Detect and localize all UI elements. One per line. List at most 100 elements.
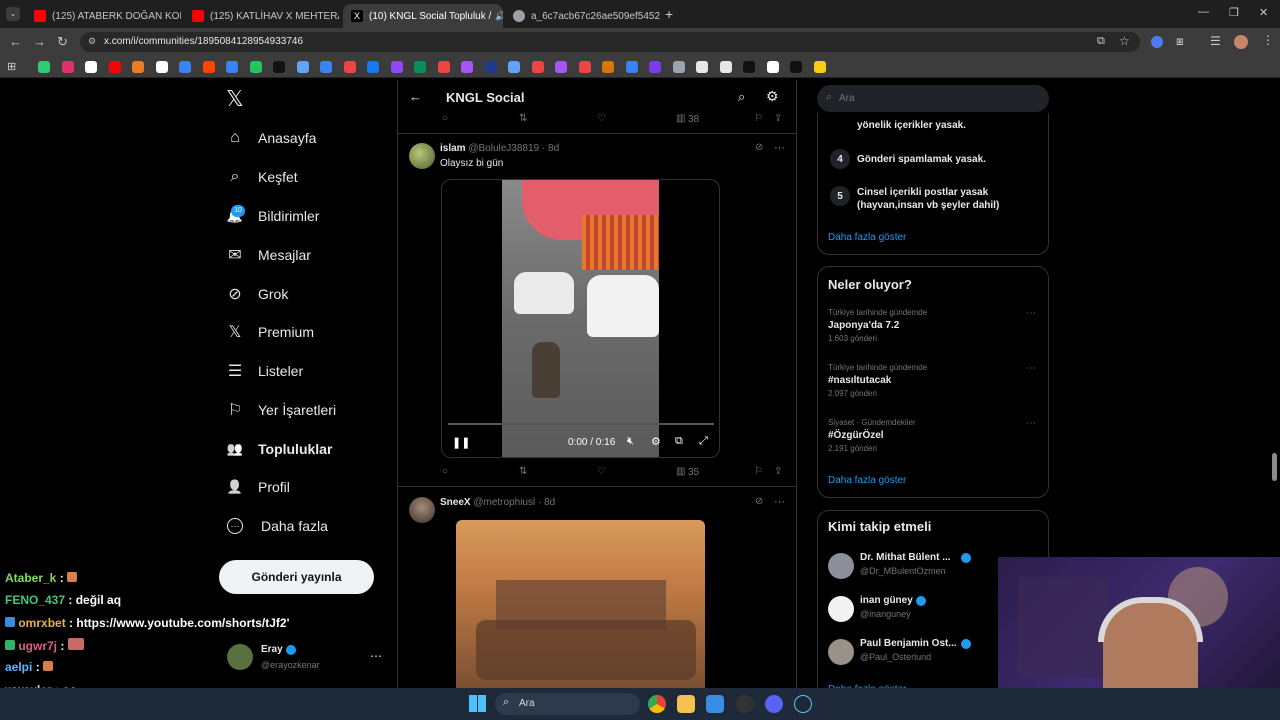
url-bar[interactable]: x.com/i/communities/1895084128954933746 xyxy=(80,32,1140,52)
bookmark-icon[interactable] xyxy=(132,61,144,73)
picture-in-picture-icon[interactable]: ⧉ xyxy=(675,435,683,448)
tab-1[interactable]: (125) KATLİHAV X MEHTERAN N ✕ xyxy=(184,4,339,28)
restore-icon[interactable]: ❐ xyxy=(1229,6,1239,19)
video-thumbnail[interactable] xyxy=(456,520,705,688)
reload-icon[interactable]: ↻ xyxy=(57,34,68,50)
bookmark-icon[interactable] xyxy=(649,61,661,73)
sidebar-icon[interactable]: ☰ xyxy=(1210,34,1221,48)
minimize-icon[interactable]: — xyxy=(1198,6,1209,18)
tab-3[interactable]: a_6c7acb67c26ae509ef54521d ✕ xyxy=(505,4,660,28)
nav-messages[interactable]: ✉ Mesajlar xyxy=(224,236,311,274)
bookmark-icon[interactable] xyxy=(367,61,379,73)
gear-icon[interactable]: ⚙ xyxy=(651,435,661,448)
post[interactable]: SneeX @metrophiusl · 8d ⊘ ⋯ xyxy=(398,489,796,688)
bookmark-icon[interactable] xyxy=(743,61,755,73)
close-window-icon[interactable]: ✕ xyxy=(1259,6,1268,19)
avatar[interactable] xyxy=(409,143,435,169)
bookmark-icon[interactable] xyxy=(226,61,238,73)
share-icon[interactable]: ⇪ xyxy=(774,113,782,124)
trend-item[interactable]: Türkiye tarihinde gündemde #nasıltutacak… xyxy=(828,363,1040,405)
bookmark-icon[interactable] xyxy=(719,61,732,73)
bookmark-icon[interactable] xyxy=(296,61,309,73)
search-box[interactable]: ⌕ Ara xyxy=(817,85,1049,112)
menu-icon[interactable]: ⋮ xyxy=(1262,33,1274,47)
show-more-link[interactable]: Daha fazla göster xyxy=(828,232,906,243)
more-icon[interactable]: ⋯ xyxy=(774,495,785,508)
bookmark-icon[interactable] xyxy=(155,61,168,73)
trend-item[interactable]: Siyaset · Gündemdekiler #ÖzgürÖzel 2.191… xyxy=(828,418,1040,460)
more-icon[interactable]: ⋯ xyxy=(1026,363,1036,374)
like-icon[interactable]: ♡ xyxy=(597,466,606,477)
chrome-icon[interactable] xyxy=(648,695,666,713)
bookmark-icon[interactable] xyxy=(414,61,426,73)
bookmark-icon[interactable] xyxy=(508,61,520,73)
grok-icon[interactable]: ⊘ xyxy=(755,142,763,153)
back-arrow-icon[interactable]: ← xyxy=(409,89,422,104)
tab-2[interactable]: X (10) KNGL Social Topluluk / 🔊 ✕ xyxy=(343,4,503,28)
pause-icon[interactable]: ❚❚ xyxy=(452,436,470,449)
bookmark-icon[interactable] xyxy=(273,61,285,73)
bookmark-icon[interactable] xyxy=(202,61,215,73)
trend-item[interactable]: Türkiye tarihinde gündemde Japonya'da 7.… xyxy=(828,308,1040,350)
folder-icon[interactable] xyxy=(677,695,695,713)
apps-icon[interactable]: ⊞ xyxy=(7,60,16,73)
bookmark-icon[interactable] xyxy=(813,61,826,73)
show-more-link[interactable]: Daha fazla göster xyxy=(828,475,906,486)
extension-icon[interactable] xyxy=(1151,36,1163,48)
nav-more[interactable]: ⋯ Daha fazla xyxy=(224,507,328,545)
bookmark-icon[interactable] xyxy=(343,61,356,73)
nav-premium[interactable]: 𝕏 Premium xyxy=(224,313,314,351)
profile-avatar-icon[interactable] xyxy=(1234,35,1248,49)
share-icon[interactable]: ⇪ xyxy=(774,466,782,477)
bookmark-icon[interactable] xyxy=(461,61,473,73)
app-icon[interactable] xyxy=(736,695,754,713)
nav-communities[interactable]: 👥 Topluluklar xyxy=(224,430,333,468)
bookmark-icon[interactable] xyxy=(531,61,544,73)
avatar[interactable] xyxy=(409,497,435,523)
bookmark-icon[interactable] xyxy=(672,61,685,73)
reply-icon[interactable]: ○ xyxy=(442,466,448,477)
bookmark-icon[interactable] xyxy=(179,61,191,73)
taskbar-search[interactable]: ⌕ Ara xyxy=(495,693,640,715)
back-icon[interactable]: ← xyxy=(9,34,22,49)
star-icon[interactable]: ☆ xyxy=(1119,34,1130,48)
bookmark-icon[interactable] xyxy=(108,61,121,73)
install-icon[interactable]: ⧉ xyxy=(1097,35,1105,48)
views-icon[interactable]: ▥ xyxy=(676,113,685,124)
forward-icon[interactable]: → xyxy=(33,34,46,49)
mute-icon[interactable]: 🔇︎ xyxy=(627,435,634,448)
post[interactable]: islam @BoluleJ38819 · 8d ⊘ ⋯ Olaysız bi … xyxy=(398,135,796,487)
puzzle-icon[interactable]: ⧆ xyxy=(1176,34,1184,49)
search-icon[interactable]: ⌕ xyxy=(738,89,745,105)
bookmark-icon[interactable] xyxy=(625,61,638,73)
bookmark-icon[interactable] xyxy=(484,61,497,73)
video-player[interactable]: ❚❚ 0:00 / 0:16 🔇︎ ⚙ ⧉ ⤢ xyxy=(441,179,720,458)
bookmark-icon[interactable] xyxy=(437,61,450,73)
progress-bar[interactable] xyxy=(448,423,714,425)
author-name[interactable]: islam xyxy=(440,143,466,154)
tab-list-button[interactable]: ⌄ xyxy=(6,7,20,21)
new-tab-button[interactable]: + xyxy=(665,6,673,22)
more-icon[interactable]: ⋯ xyxy=(774,141,785,154)
grok-icon[interactable]: ⊘ xyxy=(755,496,763,507)
account-switcher[interactable]: Eray @erayozkenar ⋯ xyxy=(224,642,384,676)
bookmark-icon[interactable] xyxy=(390,61,403,73)
photos-icon[interactable] xyxy=(706,695,724,713)
more-icon[interactable]: ⋯ xyxy=(1026,308,1036,319)
bookmark-icon[interactable] xyxy=(602,61,614,73)
bookmark-icon[interactable] xyxy=(696,61,708,73)
nav-bookmarks[interactable]: ⚐ Yer İşaretleri xyxy=(224,391,336,429)
author-name[interactable]: SneeX xyxy=(440,497,471,508)
nav-grok[interactable]: ⊘ Grok xyxy=(224,275,288,313)
bookmark-icon[interactable] xyxy=(38,61,50,73)
bookmark-icon[interactable] xyxy=(85,61,97,73)
nav-home[interactable]: ⌂ Anasayfa xyxy=(224,119,316,157)
bookmark-icon[interactable] xyxy=(555,61,567,73)
more-icon[interactable]: ⋯ xyxy=(1026,418,1036,429)
views-icon[interactable]: ▥ xyxy=(676,466,685,477)
discord-icon[interactable] xyxy=(765,695,783,713)
fullscreen-icon[interactable]: ⤢ xyxy=(699,435,708,448)
gear-icon[interactable]: ⚙ xyxy=(766,88,779,105)
retweet-icon[interactable]: ⇅ xyxy=(519,466,527,477)
like-icon[interactable]: ♡ xyxy=(597,113,606,124)
